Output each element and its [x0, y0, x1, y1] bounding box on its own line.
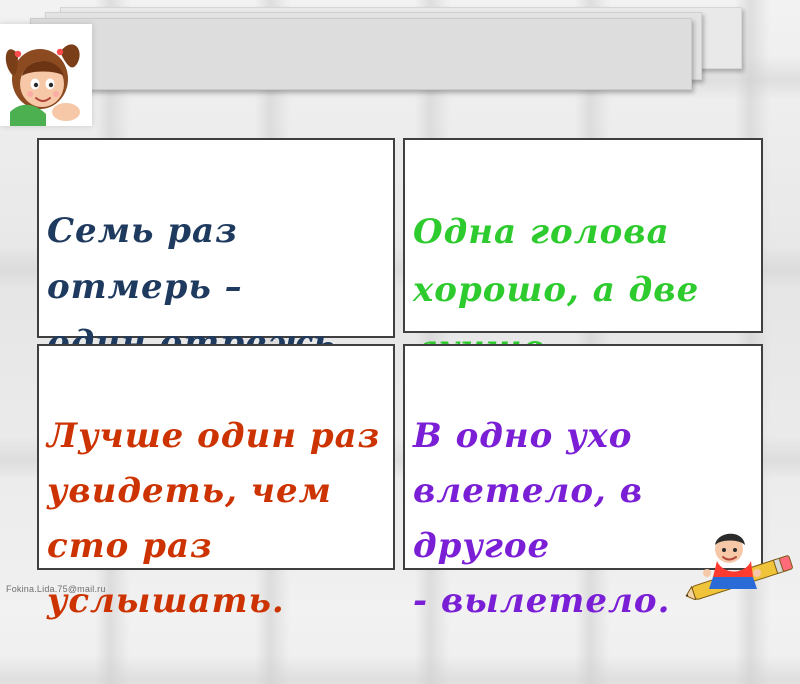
proverb-card-2: Одна голова хорошо, а две лучше. [403, 138, 763, 368]
girl-with-pigtails-icon [0, 24, 92, 126]
paper-strip-front [30, 18, 692, 90]
proverb-text: Лучше один раз увидеть, чем сто раз услы… [47, 416, 381, 621]
boy-on-pencil-icon [683, 515, 798, 601]
proverb-card-3: Лучше один раз увидеть, чем сто раз услы… [37, 344, 395, 621]
footer-email: Fokina.Lida.75@mail.ru [6, 584, 106, 594]
proverb-card-1: Семь раз отмерь – один отрежь. [37, 138, 395, 363]
